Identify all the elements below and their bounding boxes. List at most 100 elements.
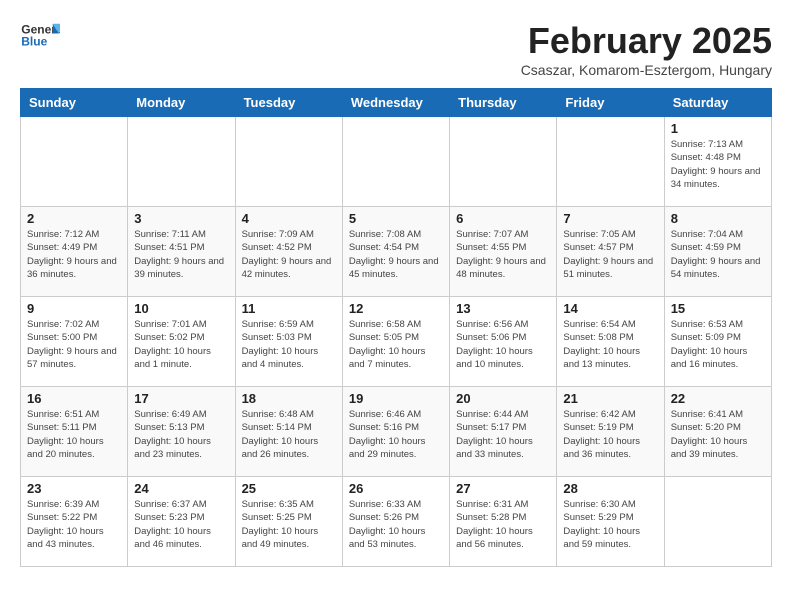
calendar-cell: 7Sunrise: 7:05 AM Sunset: 4:57 PM Daylig… bbox=[557, 207, 664, 297]
day-number: 26 bbox=[349, 481, 443, 496]
calendar-cell: 10 Sunrise: 7:01 AM Sunset: 5:02 PM Dayli… bbox=[128, 297, 235, 387]
day-number: 17 bbox=[134, 391, 228, 406]
day-info: Sunrise: 6:58 AM Sunset: 5:05 PM Dayligh… bbox=[349, 318, 443, 371]
calendar-cell bbox=[664, 477, 771, 567]
day-number: 4 bbox=[242, 211, 336, 226]
day-info: Sunrise: 6:53 AM Sunset: 5:09 PM Dayligh… bbox=[671, 318, 765, 371]
weekday-header-wednesday: Wednesday bbox=[342, 89, 449, 117]
day-info: Sunrise: 6:33 AM Sunset: 5:26 PM Dayligh… bbox=[349, 498, 443, 551]
day-number: 14 bbox=[563, 301, 657, 316]
day-number: 27 bbox=[456, 481, 550, 496]
calendar-cell: 16 Sunrise: 6:51 AM Sunset: 5:11 PM Dayli… bbox=[21, 387, 128, 477]
day-info: Sunrise: 6:49 AM Sunset: 5:13 PM Dayligh… bbox=[134, 408, 228, 461]
day-info: Sunrise: 7:04 AM Sunset: 4:59 PM Dayligh… bbox=[671, 228, 765, 281]
day-number: 10 bbox=[134, 301, 228, 316]
calendar-cell: 14 Sunrise: 6:54 AM Sunset: 5:08 PM Dayli… bbox=[557, 297, 664, 387]
svg-text:Blue: Blue bbox=[21, 35, 47, 49]
day-info: Sunrise: 6:41 AM Sunset: 5:20 PM Dayligh… bbox=[671, 408, 765, 461]
day-number: 15 bbox=[671, 301, 765, 316]
calendar-cell: 25 Sunrise: 6:35 AM Sunset: 5:25 PM Dayli… bbox=[235, 477, 342, 567]
day-number: 22 bbox=[671, 391, 765, 406]
week-row-2: 2 Sunrise: 7:12 AM Sunset: 4:49 PM Daylig… bbox=[21, 207, 772, 297]
day-info: Sunrise: 6:37 AM Sunset: 5:23 PM Dayligh… bbox=[134, 498, 228, 551]
weekday-header-monday: Monday bbox=[128, 89, 235, 117]
weekday-header-thursday: Thursday bbox=[450, 89, 557, 117]
day-info: Sunrise: 6:35 AM Sunset: 5:25 PM Dayligh… bbox=[242, 498, 336, 551]
calendar-cell: 22 Sunrise: 6:41 AM Sunset: 5:20 PM Dayli… bbox=[664, 387, 771, 477]
day-number: 2 bbox=[27, 211, 121, 226]
day-info: Sunrise: 6:46 AM Sunset: 5:16 PM Dayligh… bbox=[349, 408, 443, 461]
calendar-table: SundayMondayTuesdayWednesdayThursdayFrid… bbox=[20, 88, 772, 567]
day-number: 13 bbox=[456, 301, 550, 316]
calendar-cell: 4 Sunrise: 7:09 AM Sunset: 4:52 PM Daylig… bbox=[235, 207, 342, 297]
calendar-cell: 27 Sunrise: 6:31 AM Sunset: 5:28 PM Dayli… bbox=[450, 477, 557, 567]
calendar-title: February 2025 bbox=[521, 20, 772, 62]
day-info: Sunrise: 6:59 AM Sunset: 5:03 PM Dayligh… bbox=[242, 318, 336, 371]
day-info: Sunrise: 6:51 AM Sunset: 5:11 PM Dayligh… bbox=[27, 408, 121, 461]
logo: General Blue bbox=[20, 20, 60, 52]
day-number: 3 bbox=[134, 211, 228, 226]
day-info: Sunrise: 6:31 AM Sunset: 5:28 PM Dayligh… bbox=[456, 498, 550, 551]
calendar-cell: 3 Sunrise: 7:11 AM Sunset: 4:51 PM Daylig… bbox=[128, 207, 235, 297]
day-info: Sunrise: 6:30 AM Sunset: 5:29 PM Dayligh… bbox=[563, 498, 657, 551]
day-number: 23 bbox=[27, 481, 121, 496]
calendar-cell: 18 Sunrise: 6:48 AM Sunset: 5:14 PM Dayli… bbox=[235, 387, 342, 477]
day-number: 19 bbox=[349, 391, 443, 406]
calendar-subtitle: Csaszar, Komarom-Esztergom, Hungary bbox=[521, 62, 772, 78]
calendar-cell: 19 Sunrise: 6:46 AM Sunset: 5:16 PM Dayli… bbox=[342, 387, 449, 477]
day-info: Sunrise: 7:01 AM Sunset: 5:02 PM Dayligh… bbox=[134, 318, 228, 371]
day-info: Sunrise: 6:48 AM Sunset: 5:14 PM Dayligh… bbox=[242, 408, 336, 461]
calendar-cell: 11 Sunrise: 6:59 AM Sunset: 5:03 PM Dayli… bbox=[235, 297, 342, 387]
day-number: 5 bbox=[349, 211, 443, 226]
day-number: 24 bbox=[134, 481, 228, 496]
calendar-cell: 9 Sunrise: 7:02 AM Sunset: 5:00 PM Daylig… bbox=[21, 297, 128, 387]
weekday-header-friday: Friday bbox=[557, 89, 664, 117]
day-number: 18 bbox=[242, 391, 336, 406]
title-section: February 2025 Csaszar, Komarom-Esztergom… bbox=[521, 20, 772, 78]
day-info: Sunrise: 7:09 AM Sunset: 4:52 PM Dayligh… bbox=[242, 228, 336, 281]
calendar-cell bbox=[450, 117, 557, 207]
day-number: 9 bbox=[27, 301, 121, 316]
day-info: Sunrise: 6:44 AM Sunset: 5:17 PM Dayligh… bbox=[456, 408, 550, 461]
calendar-cell: 8 Sunrise: 7:04 AM Sunset: 4:59 PM Daylig… bbox=[664, 207, 771, 297]
week-row-4: 16 Sunrise: 6:51 AM Sunset: 5:11 PM Dayli… bbox=[21, 387, 772, 477]
week-row-5: 23Sunrise: 6:39 AM Sunset: 5:22 PM Dayli… bbox=[21, 477, 772, 567]
day-number: 20 bbox=[456, 391, 550, 406]
day-number: 1 bbox=[671, 121, 765, 136]
day-number: 6 bbox=[456, 211, 550, 226]
calendar-cell: 23Sunrise: 6:39 AM Sunset: 5:22 PM Dayli… bbox=[21, 477, 128, 567]
page-header: General Blue February 2025 Csaszar, Koma… bbox=[20, 20, 772, 78]
calendar-cell bbox=[128, 117, 235, 207]
calendar-cell bbox=[21, 117, 128, 207]
calendar-cell: 21Sunrise: 6:42 AM Sunset: 5:19 PM Dayli… bbox=[557, 387, 664, 477]
day-info: Sunrise: 7:12 AM Sunset: 4:49 PM Dayligh… bbox=[27, 228, 121, 281]
calendar-cell: 20 Sunrise: 6:44 AM Sunset: 5:17 PM Dayli… bbox=[450, 387, 557, 477]
calendar-cell: 1Sunrise: 7:13 AM Sunset: 4:48 PM Daylig… bbox=[664, 117, 771, 207]
day-info: Sunrise: 7:11 AM Sunset: 4:51 PM Dayligh… bbox=[134, 228, 228, 281]
weekday-header-sunday: Sunday bbox=[21, 89, 128, 117]
day-number: 12 bbox=[349, 301, 443, 316]
day-number: 28 bbox=[563, 481, 657, 496]
week-row-1: 1Sunrise: 7:13 AM Sunset: 4:48 PM Daylig… bbox=[21, 117, 772, 207]
day-info: Sunrise: 7:07 AM Sunset: 4:55 PM Dayligh… bbox=[456, 228, 550, 281]
calendar-cell bbox=[342, 117, 449, 207]
calendar-cell: 17 Sunrise: 6:49 AM Sunset: 5:13 PM Dayli… bbox=[128, 387, 235, 477]
day-number: 8 bbox=[671, 211, 765, 226]
calendar-cell: 2 Sunrise: 7:12 AM Sunset: 4:49 PM Daylig… bbox=[21, 207, 128, 297]
calendar-cell bbox=[235, 117, 342, 207]
day-info: Sunrise: 7:08 AM Sunset: 4:54 PM Dayligh… bbox=[349, 228, 443, 281]
day-info: Sunrise: 7:05 AM Sunset: 4:57 PM Dayligh… bbox=[563, 228, 657, 281]
day-info: Sunrise: 6:54 AM Sunset: 5:08 PM Dayligh… bbox=[563, 318, 657, 371]
day-info: Sunrise: 6:56 AM Sunset: 5:06 PM Dayligh… bbox=[456, 318, 550, 371]
day-info: Sunrise: 7:02 AM Sunset: 5:00 PM Dayligh… bbox=[27, 318, 121, 371]
day-number: 25 bbox=[242, 481, 336, 496]
weekday-header-tuesday: Tuesday bbox=[235, 89, 342, 117]
calendar-cell: 15 Sunrise: 6:53 AM Sunset: 5:09 PM Dayli… bbox=[664, 297, 771, 387]
day-number: 16 bbox=[27, 391, 121, 406]
day-number: 11 bbox=[242, 301, 336, 316]
day-info: Sunrise: 6:42 AM Sunset: 5:19 PM Dayligh… bbox=[563, 408, 657, 461]
weekday-header-saturday: Saturday bbox=[664, 89, 771, 117]
calendar-cell: 13 Sunrise: 6:56 AM Sunset: 5:06 PM Dayli… bbox=[450, 297, 557, 387]
logo-icon: General Blue bbox=[20, 20, 60, 50]
calendar-cell: 6 Sunrise: 7:07 AM Sunset: 4:55 PM Daylig… bbox=[450, 207, 557, 297]
